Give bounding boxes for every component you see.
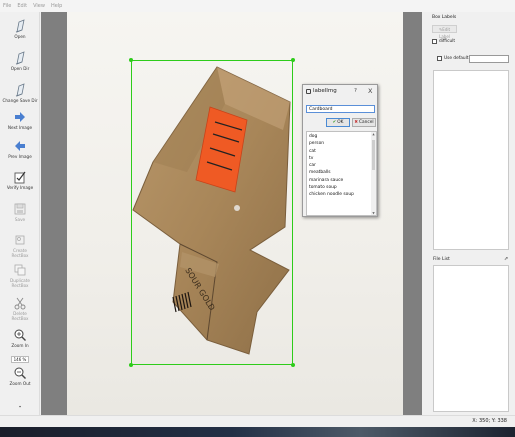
app-icon <box>306 88 311 94</box>
list-item[interactable]: tomato soup <box>309 184 376 191</box>
zoom-out-icon <box>14 367 26 379</box>
create-rectbox-button[interactable]: Create RectBox <box>0 233 40 258</box>
duplicate-rectbox-label: Duplicate RectBox <box>10 278 30 288</box>
edit-label-button[interactable]: ✎Edit Label <box>432 25 457 39</box>
list-item[interactable]: car <box>309 162 376 169</box>
next-image-button[interactable]: Next Image <box>0 110 40 130</box>
bbox-handle-top-right[interactable] <box>291 58 295 62</box>
duplicate-rectbox-button[interactable]: Duplicate RectBox <box>0 263 40 288</box>
list-item[interactable]: chicken noodle soup <box>309 191 376 198</box>
list-item[interactable]: person <box>309 140 376 147</box>
menu-edit[interactable]: Edit <box>17 3 27 9</box>
canvas-scrollbar[interactable] <box>422 12 428 415</box>
open-button[interactable]: Open <box>0 19 40 39</box>
scroll-down-icon[interactable]: ▼ <box>371 211 376 215</box>
scroll-up-icon[interactable]: ▲ <box>371 132 376 136</box>
zoom-in-label: Zoom In <box>11 343 29 348</box>
file-list-title: File List <box>433 257 450 262</box>
toolbar-overflow-handle[interactable]: ⬩ <box>0 404 40 410</box>
prev-image-button[interactable]: Prev Image <box>0 139 40 159</box>
ok-button[interactable]: ✔OK <box>326 118 350 127</box>
os-taskbar <box>0 427 515 437</box>
zoom-out-label: Zoom Out <box>9 381 31 386</box>
zoom-in-icon <box>14 329 26 341</box>
difficult-checkbox[interactable] <box>432 39 437 44</box>
arrow-right-icon <box>15 112 25 122</box>
label-list[interactable]: dog person cat tv car meatballs marinara… <box>306 131 377 216</box>
verify-icon <box>14 171 26 184</box>
close-button[interactable]: X <box>368 87 372 95</box>
delete-rectbox-button[interactable]: Delete RectBox <box>0 296 40 321</box>
label-input[interactable]: Cardboard <box>306 105 375 113</box>
menu-file[interactable]: File <box>3 3 11 9</box>
list-item[interactable]: meatballs <box>309 169 376 176</box>
zoom-out-button[interactable]: Zoom Out <box>0 366 40 386</box>
list-scroll-thumb[interactable] <box>372 140 375 170</box>
list-item[interactable]: cat <box>309 148 376 155</box>
list-item[interactable]: tv <box>309 155 376 162</box>
left-toolbar: Open Open Dir Change Save Dir Next Image… <box>0 12 40 415</box>
open-dir-label: Open Dir <box>10 66 30 71</box>
verify-image-button[interactable]: Verify Image <box>0 170 40 190</box>
delete-rectbox-label: Delete RectBox <box>11 311 29 321</box>
change-save-dir-button[interactable]: Change Save Dir <box>0 83 40 103</box>
save-label: Save <box>14 217 26 222</box>
cancel-icon: ✖ <box>354 120 359 125</box>
difficult-label: difficult <box>439 39 456 44</box>
menu-bar: File Edit View Help <box>0 0 515 12</box>
open-label: Open <box>14 34 26 39</box>
help-button[interactable]: ? <box>354 88 357 94</box>
check-icon: ✔ <box>332 120 337 125</box>
list-item[interactable]: dog <box>309 133 376 140</box>
label-dialog: labelImg ? X Cardboard ✔OK ✖Cancel dog p… <box>302 84 378 217</box>
scissors-icon <box>14 297 26 310</box>
zoom-in-button[interactable]: Zoom In <box>0 328 40 348</box>
arrow-left-icon <box>15 141 25 151</box>
bounding-box[interactable] <box>131 60 293 365</box>
duplicate-icon <box>14 264 26 276</box>
verify-image-label: Verify Image <box>6 185 34 190</box>
open-dir-button[interactable]: Open Dir <box>0 51 40 71</box>
menu-view[interactable]: View <box>33 3 45 9</box>
folder-document-icon <box>15 83 25 97</box>
box-labels-list[interactable] <box>433 70 509 250</box>
document-icon <box>15 19 25 33</box>
cursor-coordinates: X: 350; Y: 338 <box>472 418 507 424</box>
cancel-label: Cancel <box>359 120 374 125</box>
menu-help[interactable]: Help <box>51 3 62 9</box>
status-bar: X: 350; Y: 338 <box>0 415 515 427</box>
file-list[interactable] <box>433 265 509 412</box>
dialog-title: labelImg <box>306 88 337 94</box>
list-item[interactable]: marinara sauce <box>309 177 376 184</box>
folder-document-icon <box>15 51 25 65</box>
cancel-button[interactable]: ✖Cancel <box>352 118 376 127</box>
default-label-input[interactable] <box>469 55 509 63</box>
zoom-value-field[interactable]: 146 % <box>11 356 29 363</box>
float-dock-icon[interactable]: ⇗ <box>504 256 508 262</box>
bbox-handle-top-left[interactable] <box>129 58 133 62</box>
box-labels-title: Box Labels <box>432 15 457 20</box>
use-default-label-checkbox[interactable] <box>437 56 442 61</box>
dialog-title-text: labelImg <box>313 88 337 94</box>
save-icon <box>14 203 26 215</box>
prev-image-label: Prev Image <box>8 154 32 159</box>
bbox-handle-bottom-right[interactable] <box>291 363 295 367</box>
bbox-handle-bottom-left[interactable] <box>129 363 133 367</box>
change-save-dir-label: Change Save Dir <box>2 98 38 103</box>
next-image-label: Next Image <box>7 125 33 130</box>
save-button[interactable]: Save <box>0 202 40 222</box>
ok-label: OK <box>337 120 344 125</box>
create-rectbox-label: Create RectBox <box>11 248 29 258</box>
rectbox-icon <box>15 235 25 245</box>
